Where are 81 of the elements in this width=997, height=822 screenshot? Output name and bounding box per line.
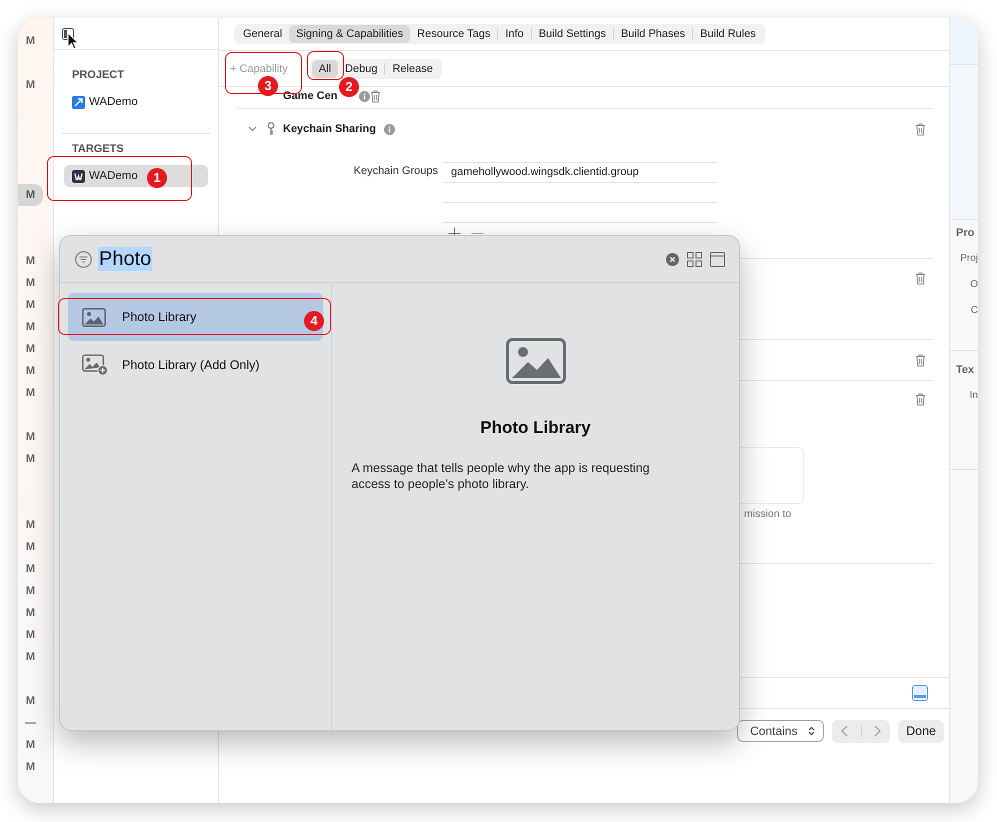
gutter-mark: M — [24, 342, 36, 357]
match-mode-dropdown[interactable]: Contains — [737, 720, 824, 742]
gutter-mark: M — [24, 584, 36, 599]
gutter-mark: M — [24, 628, 36, 643]
filter-tab[interactable]: All — [312, 60, 338, 78]
gutter-mark: M — [24, 298, 36, 313]
capability-title: Game Cen — [283, 90, 338, 102]
navigator-item[interactable]: WADemo — [64, 91, 208, 113]
gutter-mark: M — [24, 760, 36, 775]
info-icon — [384, 124, 395, 134]
gutter-mark: — — [24, 716, 37, 731]
window-icon[interactable] — [710, 252, 725, 266]
trash-icon[interactable] — [370, 90, 382, 102]
highlight-frame — [307, 51, 344, 80]
info-icon — [359, 90, 370, 102]
inspector-heading: Tex — [956, 363, 976, 377]
project-icon — [72, 96, 85, 108]
field-label: Keychain Groups — [352, 164, 439, 179]
updown-icon — [808, 726, 816, 736]
tab[interactable]: Resource Tags — [410, 25, 498, 43]
gutter-mark: M — [24, 320, 36, 335]
gutter-mark: M — [24, 78, 36, 93]
photo-icon — [82, 308, 106, 326]
trash-icon[interactable] — [915, 392, 926, 406]
inspector-label: Proj — [959, 252, 978, 266]
photo-icon — [506, 338, 566, 384]
gutter-mark: M — [24, 364, 36, 379]
tab[interactable]: Build Rules — [693, 25, 763, 43]
gutter-mark: M — [24, 540, 36, 555]
key-icon — [267, 122, 275, 136]
sidebar-toggle-icon[interactable] — [62, 28, 74, 40]
app-icon — [72, 170, 85, 182]
item-label: WADemo — [89, 170, 138, 182]
detail-title: Photo Library — [480, 418, 591, 438]
chevron-left-icon — [841, 725, 848, 737]
table-cell: gamehollywood.wingsdk.clientid.group — [443, 162, 717, 182]
gutter-mark: M — [24, 650, 36, 665]
tab[interactable]: Build Settings — [532, 25, 613, 43]
capability-title: Keychain Sharing — [283, 123, 376, 135]
search-field[interactable]: Photo — [98, 247, 152, 271]
detail-description: A message that tells people why the app is requesting access to people’s photo library. — [352, 460, 651, 492]
panel-toggle-icon[interactable] — [912, 685, 928, 701]
gutter-mark: M — [24, 606, 36, 621]
clear-icon[interactable] — [666, 252, 679, 266]
gutter-mark: M — [24, 518, 36, 533]
gutter-mark: M — [24, 430, 36, 445]
cursor-icon — [67, 32, 79, 50]
filter-tab[interactable]: Debug — [338, 60, 384, 78]
tab[interactable]: General — [236, 25, 290, 43]
gutter-mark: M — [24, 562, 36, 577]
tab[interactable]: Signing & Capabilities — [289, 25, 410, 43]
capability-item[interactable]: Photo Library (Add Only) — [68, 341, 323, 389]
trash-icon[interactable] — [915, 122, 926, 136]
inspector-label: O — [969, 278, 978, 292]
chevron-right-icon — [874, 725, 881, 737]
trash-icon[interactable] — [915, 272, 926, 284]
gutter-mark: M — [24, 276, 36, 291]
photo-add-icon — [82, 354, 108, 376]
filter-tab[interactable]: Release — [385, 60, 440, 78]
inspector-label: C — [970, 304, 978, 318]
grid-view-icon[interactable] — [687, 252, 702, 266]
done-button[interactable]: Done — [898, 720, 944, 742]
chevron-icon[interactable] — [248, 126, 257, 132]
tab[interactable]: Build Phases — [614, 25, 692, 43]
tab[interactable]: Info — [498, 25, 531, 43]
gutter-mark: M — [24, 694, 36, 709]
gutter-mark: M — [24, 738, 36, 753]
section-header: TARGETS — [72, 142, 125, 157]
item-label: WADemo — [89, 96, 138, 108]
gutter-mark: M — [24, 386, 36, 401]
gutter-mark: M — [24, 34, 36, 49]
section-header: PROJECT — [72, 68, 125, 83]
trash-icon[interactable] — [915, 354, 926, 366]
gutter-mark: M — [24, 254, 36, 269]
gutter-mark: M — [24, 452, 36, 467]
help-text: mission to — [744, 508, 792, 520]
inspector-label: In — [968, 389, 978, 403]
inspector-heading: Pro — [956, 226, 976, 240]
filter-icon[interactable] — [75, 250, 92, 268]
minus-icon[interactable] — [471, 232, 484, 234]
gutter-mark: M — [18, 184, 43, 206]
